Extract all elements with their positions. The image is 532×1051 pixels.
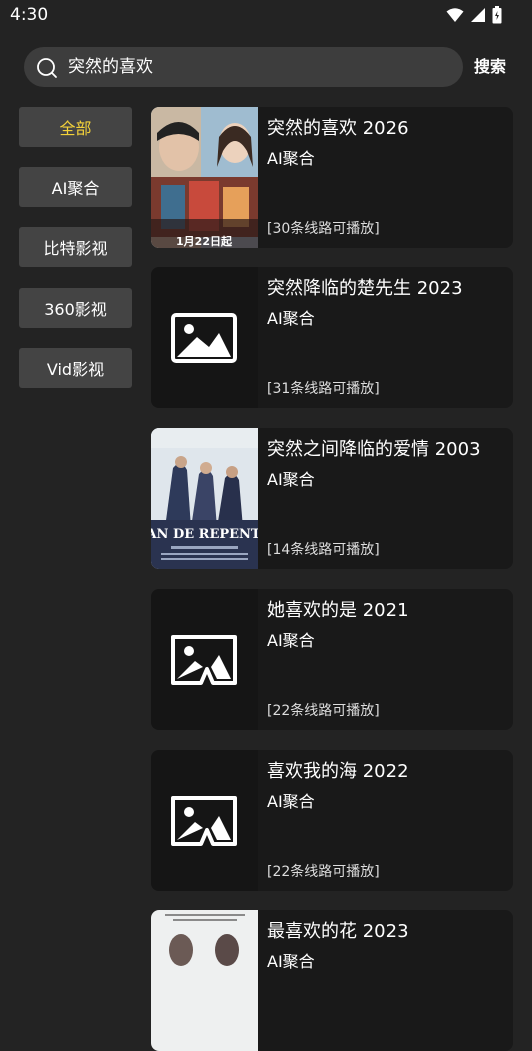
category-360-video[interactable]: 360影视: [19, 288, 132, 328]
result-title: 突然之间降临的爱情 2003: [267, 439, 481, 460]
category-all[interactable]: 全部: [19, 107, 132, 147]
broken-image-icon: [171, 796, 237, 846]
result-source: AI聚合: [267, 470, 315, 489]
poster-image: [151, 910, 258, 1051]
category-bite-video[interactable]: 比特影视: [19, 227, 132, 267]
result-card[interactable]: 最喜欢的花 2023 AI聚合: [151, 910, 513, 1051]
category-ai-aggregate[interactable]: AI聚合: [19, 167, 132, 207]
result-title: 突然的喜欢 2026: [267, 118, 409, 139]
result-source: AI聚合: [267, 149, 315, 168]
signal-icon: [471, 8, 485, 22]
category-vid-video[interactable]: Vid影视: [19, 348, 132, 388]
battery-icon: [492, 6, 502, 24]
poster-image: TAN DE REPENTE: [151, 428, 258, 569]
result-card[interactable]: TAN DE REPENTE 突然之间降临的爱情 2003 AI聚合 [14条线…: [151, 428, 513, 569]
poster-image: [151, 267, 258, 408]
result-title: 她喜欢的是 2021: [267, 600, 409, 621]
search-icon: [37, 58, 57, 78]
status-bar: 4:30: [0, 0, 532, 32]
status-time: 4:30: [10, 5, 49, 25]
placeholder-image-icon: [171, 313, 237, 363]
result-card[interactable]: 突然降临的楚先生 2023 AI聚合 [31条线路可播放]: [151, 267, 513, 408]
poster-title-text: TAN DE REPENTE: [151, 527, 258, 542]
wifi-icon: [446, 8, 464, 22]
poster-image: [151, 589, 258, 730]
result-source: AI聚合: [267, 631, 315, 650]
search-query: 突然的喜欢: [68, 57, 153, 77]
search-button[interactable]: 搜索: [474, 56, 506, 78]
broken-image-icon: [171, 635, 237, 685]
result-line-count: [22条线路可播放]: [267, 703, 380, 719]
result-title: 突然降临的楚先生 2023: [267, 278, 463, 299]
status-icons: [446, 5, 502, 25]
result-title: 喜欢我的海 2022: [267, 761, 409, 782]
poster-date-text: 1月22日起: [176, 234, 233, 248]
result-line-count: [14条线路可播放]: [267, 542, 380, 558]
result-card[interactable]: 她喜欢的是 2021 AI聚合 [22条线路可播放]: [151, 589, 513, 730]
result-source: AI聚合: [267, 952, 315, 971]
result-title: 最喜欢的花 2023: [267, 921, 409, 942]
result-card[interactable]: 1月22日起 突然的喜欢 2026 AI聚合 [30条线路可播放]: [151, 107, 513, 248]
result-card[interactable]: 喜欢我的海 2022 AI聚合 [22条线路可播放]: [151, 750, 513, 891]
poster-image: 1月22日起: [151, 107, 258, 248]
result-line-count: [22条线路可播放]: [267, 864, 380, 880]
result-source: AI聚合: [267, 792, 315, 811]
result-line-count: [31条线路可播放]: [267, 381, 380, 397]
poster-image: [151, 750, 258, 891]
search-input[interactable]: 突然的喜欢: [24, 47, 463, 87]
result-source: AI聚合: [267, 309, 315, 328]
result-line-count: [30条线路可播放]: [267, 221, 380, 237]
